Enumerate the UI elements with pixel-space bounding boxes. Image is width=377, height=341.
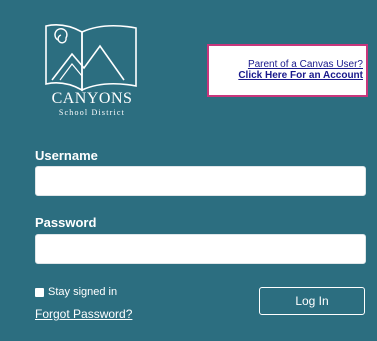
username-input[interactable] xyxy=(35,166,366,196)
username-label: Username xyxy=(35,148,98,163)
stay-signed-in: Stay signed in xyxy=(35,286,117,298)
parent-of-canvas-user-link[interactable]: Parent of a Canvas User? xyxy=(248,59,363,70)
forgot-password-link[interactable]: Forgot Password? xyxy=(35,307,132,321)
stay-signed-in-checkbox[interactable] xyxy=(35,287,44,297)
login-panel: CANYONS School District Parent of a Canv… xyxy=(0,0,377,341)
login-button[interactable]: Log In xyxy=(259,287,365,315)
logo-subtitle: School District xyxy=(58,108,126,117)
stay-signed-in-label: Stay signed in xyxy=(48,286,118,298)
password-label: Password xyxy=(35,215,97,230)
create-account-link[interactable]: Click Here For an Account xyxy=(238,70,363,81)
logo-mountain-icon xyxy=(45,24,137,92)
password-input[interactable] xyxy=(35,234,366,264)
logo-name: CANYONS xyxy=(51,90,133,107)
parent-account-box: Parent of a Canvas User? Click Here For … xyxy=(207,44,368,97)
